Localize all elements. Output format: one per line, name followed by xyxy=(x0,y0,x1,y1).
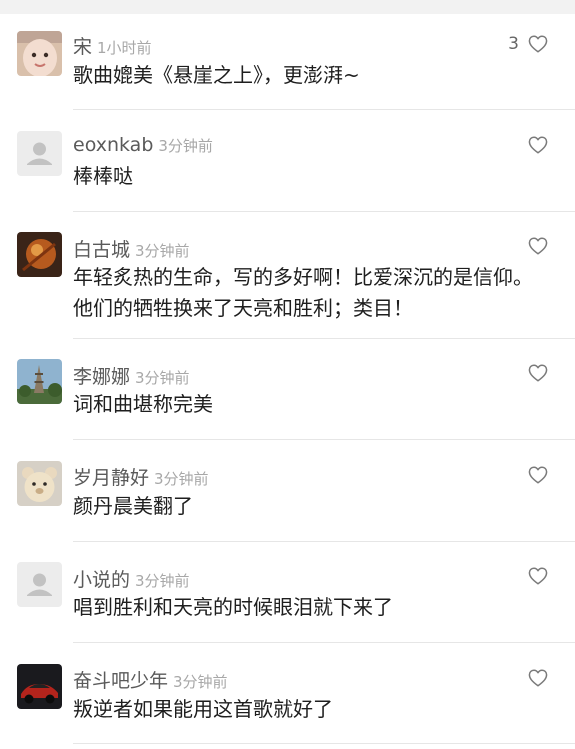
comment-time: 3分钟前 xyxy=(135,572,190,590)
username[interactable]: 李娜娜 xyxy=(73,366,130,388)
heart-outline-icon[interactable] xyxy=(528,466,548,484)
comment-time: 3分钟前 xyxy=(158,137,213,155)
divider xyxy=(73,338,575,339)
comment-time: 3分钟前 xyxy=(154,470,209,488)
comment-time: 1小时前 xyxy=(97,39,152,57)
username[interactable]: 白古城 xyxy=(73,239,130,261)
heart-outline-icon[interactable] xyxy=(528,364,548,382)
divider xyxy=(73,743,575,744)
avatar[interactable] xyxy=(17,562,62,607)
comment-text: 唱到胜利和天亮的时候眼泪就下来了 xyxy=(73,595,393,619)
comment-text: 词和曲堪称完美 xyxy=(73,392,213,416)
heart-outline-icon[interactable] xyxy=(528,136,548,154)
divider xyxy=(73,541,575,542)
like-button[interactable] xyxy=(519,136,548,154)
username[interactable]: 小说的 xyxy=(73,569,130,591)
comment-text: 棒棒哒 xyxy=(73,164,133,188)
like-button[interactable] xyxy=(519,237,548,255)
avatar[interactable] xyxy=(17,31,62,76)
heart-outline-icon[interactable] xyxy=(528,567,548,585)
like-button[interactable] xyxy=(519,567,548,585)
avatar[interactable] xyxy=(17,461,62,506)
divider xyxy=(73,439,575,440)
username[interactable]: 宋 xyxy=(73,36,92,58)
avatar[interactable] xyxy=(17,359,62,404)
divider xyxy=(73,109,575,110)
top-strip xyxy=(0,0,575,14)
avatar[interactable] xyxy=(17,232,62,277)
comment-text: 歌曲媲美《悬崖之上》，更澎湃~ xyxy=(73,63,360,87)
like-button[interactable] xyxy=(519,669,548,687)
username[interactable]: 岁月静好 xyxy=(73,467,149,489)
like-count: 3 xyxy=(508,34,519,54)
like-button[interactable]: 3 xyxy=(508,34,548,54)
comment-text: 年轻炙热的生命，写的多好啊！比爱深沉的是信仰。他们的牺牲换来了天亮和胜利；类目！ xyxy=(73,265,533,320)
avatar[interactable] xyxy=(17,664,62,709)
username[interactable]: 奋斗吧少年 xyxy=(73,670,168,692)
comment-time: 3分钟前 xyxy=(135,242,190,260)
comment-time: 3分钟前 xyxy=(173,673,228,691)
divider xyxy=(73,211,575,212)
comment-text: 叛逆者如果能用这首歌就好了 xyxy=(73,697,333,721)
heart-outline-icon[interactable] xyxy=(528,669,548,687)
divider xyxy=(73,642,575,643)
like-button[interactable] xyxy=(519,466,548,484)
comment-time: 3分钟前 xyxy=(135,369,190,387)
heart-outline-icon[interactable] xyxy=(528,237,548,255)
heart-outline-icon[interactable] xyxy=(528,35,548,53)
username[interactable]: eoxnkab xyxy=(73,134,153,156)
comment-text: 颜丹晨美翻了 xyxy=(73,494,193,518)
avatar[interactable] xyxy=(17,131,62,176)
like-button[interactable] xyxy=(519,364,548,382)
